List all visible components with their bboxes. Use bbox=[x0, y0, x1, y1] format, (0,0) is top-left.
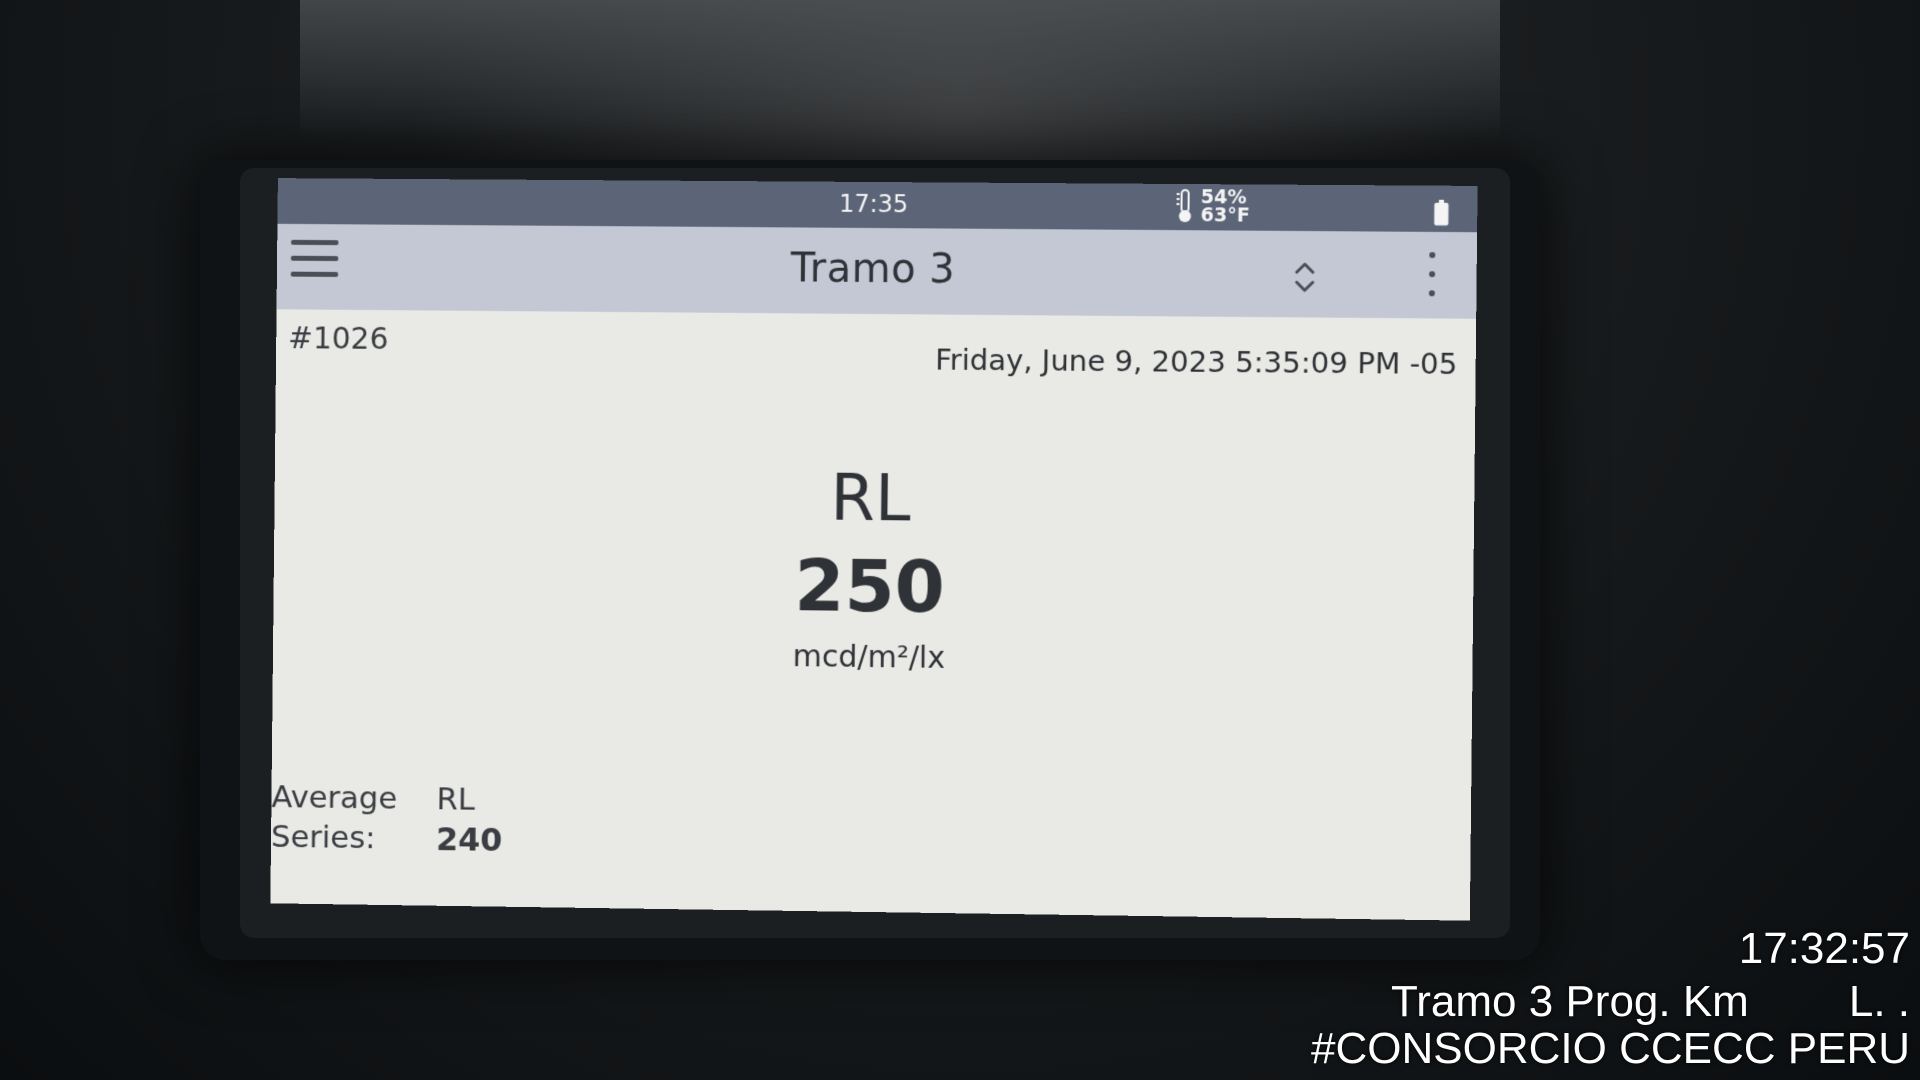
watermark-location-text: Tramo 3 Prog. Km bbox=[1391, 977, 1749, 1026]
series-average: Average RL Series: 240 bbox=[271, 777, 516, 860]
battery-icon bbox=[1434, 199, 1449, 226]
record-timestamp: Friday, June 9, 2023 5:35:09 PM -05 bbox=[935, 342, 1458, 382]
env-values: 54% 63°F bbox=[1200, 186, 1250, 227]
environment-readout: 54% 63°F bbox=[1174, 186, 1250, 227]
photo-scene: 17:35 54% 63°F Tramo 3 #1026 Friday, Jun… bbox=[0, 0, 1920, 1080]
record-id: #1026 bbox=[287, 321, 389, 357]
measurement-unit: mcd/m²/lx bbox=[792, 639, 946, 676]
measurement-display: RL 250 mcd/m²/lx bbox=[273, 456, 1475, 685]
watermark-organization: #CONSORCIO CCECC PERU bbox=[1311, 1024, 1910, 1073]
ambient-light bbox=[300, 0, 1500, 140]
watermark-time: 17:32:57 bbox=[1738, 924, 1910, 973]
temperature-value: 63°F bbox=[1200, 204, 1250, 227]
average-label: Average bbox=[271, 779, 398, 817]
app-bar: Tramo 3 bbox=[276, 223, 1478, 319]
measurement-value: 250 bbox=[794, 543, 946, 629]
status-time: 17:35 bbox=[838, 189, 909, 219]
sort-icon[interactable] bbox=[1291, 257, 1318, 297]
watermark-location-suffix: L. . bbox=[1848, 977, 1910, 1026]
average-metric-label: RL bbox=[436, 781, 476, 818]
series-label: Series: bbox=[270, 818, 376, 857]
device-screen: 17:35 54% 63°F Tramo 3 #1026 Friday, Jun… bbox=[270, 178, 1478, 921]
measurement-label: RL bbox=[830, 461, 911, 537]
watermark-location: Tramo 3 Prog. Km L. . bbox=[1311, 978, 1910, 1026]
more-vert-icon[interactable] bbox=[1424, 252, 1441, 304]
camera-watermark: 17:32:57 Tramo 3 Prog. Km L. . #CONSORCIO… bbox=[1311, 924, 1910, 1072]
average-value: 240 bbox=[435, 820, 503, 859]
thermometer-icon bbox=[1174, 188, 1197, 224]
